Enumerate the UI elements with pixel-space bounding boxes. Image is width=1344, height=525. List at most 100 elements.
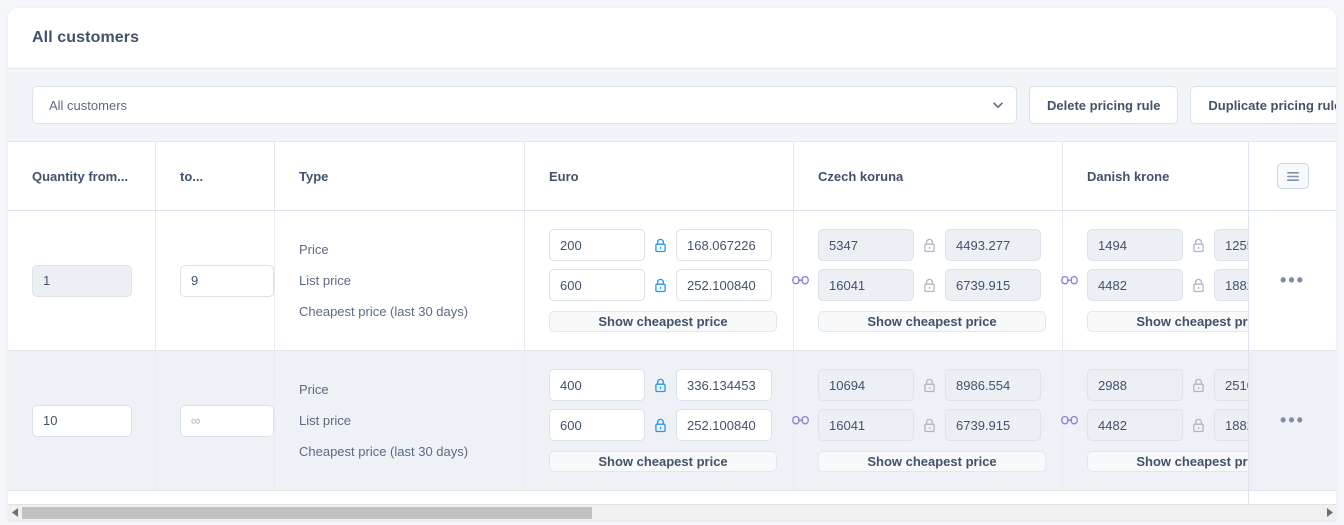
- lock-closed-icon[interactable]: [653, 417, 668, 434]
- lock-closed-icon[interactable]: [922, 417, 937, 434]
- euro-price-row: 400 336.134453: [549, 369, 777, 401]
- czk-price-row: 5347 4493.277: [818, 229, 1046, 261]
- card-header: All customers: [8, 8, 1336, 69]
- lock-closed-icon[interactable]: [922, 377, 937, 394]
- czk-list-price-net-input[interactable]: 6739.915: [945, 269, 1041, 301]
- pricing-rules-page: All customers All customers Delete prici…: [0, 0, 1344, 525]
- column-header-quantity-from[interactable]: Quantity from...: [8, 142, 156, 210]
- pricing-table-scroll-content: Quantity from... to... Type Euro Czech k…: [8, 142, 1336, 504]
- euro-price-stack: 400 336.134453: [549, 351, 777, 490]
- quantity-from-input[interactable]: 10: [32, 405, 132, 437]
- chain-link-icon[interactable]: [792, 275, 809, 287]
- dkk-list-price-gross-input[interactable]: 4482: [1087, 409, 1183, 441]
- arrow-right-icon[interactable]: [1322, 505, 1336, 521]
- column-settings-cell: [1249, 142, 1336, 211]
- czk-price-row: 10694 8986.554: [818, 369, 1046, 401]
- lock-closed-icon[interactable]: [1191, 237, 1206, 254]
- column-header-quantity-to[interactable]: to...: [156, 142, 275, 210]
- pricing-table: Quantity from... to... Type Euro Czech k…: [8, 142, 1336, 504]
- czk-price-stack: 5347 4493.277: [818, 211, 1046, 350]
- euro-list-price-row: 600 252.100840: [549, 409, 777, 441]
- horizontal-scrollbar[interactable]: [8, 504, 1336, 520]
- column-header-euro[interactable]: Euro: [525, 142, 794, 210]
- cell-type: Price List price Cheapest price (last 30…: [275, 211, 525, 350]
- table-row: 10 ∞ Price List price Cheapest price (la…: [8, 351, 1336, 491]
- czk-list-price-gross-input[interactable]: 16041: [818, 269, 914, 301]
- euro-list-price-row: 600 252.100840: [549, 269, 777, 301]
- hamburger-icon[interactable]: [1277, 163, 1309, 189]
- czk-list-price-row: 16041 6739.915: [818, 269, 1046, 301]
- euro-list-price-net-input[interactable]: 252.100840: [676, 269, 772, 301]
- euro-price-net-input[interactable]: 336.134453: [676, 369, 772, 401]
- chain-link-icon[interactable]: [1061, 415, 1078, 427]
- euro-price-stack: 200 168.067226: [549, 211, 777, 350]
- dkk-list-price-gross-input[interactable]: 4482: [1087, 269, 1183, 301]
- lock-closed-icon[interactable]: [1191, 377, 1206, 394]
- type-label-cheapest-price: Cheapest price (last 30 days): [299, 445, 468, 458]
- euro-price-gross-input[interactable]: 400: [549, 369, 645, 401]
- cell-euro: 400 336.134453: [525, 351, 794, 490]
- duplicate-pricing-rule-button[interactable]: Duplicate pricing rule: [1190, 86, 1336, 124]
- euro-list-price-gross-input[interactable]: 600: [549, 409, 645, 441]
- row-actions-column: ••• •••: [1248, 142, 1336, 504]
- lock-closed-icon[interactable]: [922, 237, 937, 254]
- czk-list-price-row: 16041 6739.915: [818, 409, 1046, 441]
- toolbar: All customers Delete pricing rule Duplic…: [8, 69, 1336, 142]
- lock-closed-icon[interactable]: [653, 237, 668, 254]
- type-label-price: Price: [299, 383, 329, 396]
- type-label-cheapest-price: Cheapest price (last 30 days): [299, 305, 468, 318]
- pricing-rule-card: All customers All customers Delete prici…: [8, 8, 1336, 520]
- cell-quantity-to: ∞: [156, 351, 275, 490]
- lock-closed-icon[interactable]: [1191, 277, 1206, 294]
- czk-price-net-input[interactable]: 8986.554: [945, 369, 1041, 401]
- cell-czech-koruna: 5347 4493.277: [794, 211, 1063, 350]
- czk-list-price-gross-input[interactable]: 16041: [818, 409, 914, 441]
- lock-closed-icon[interactable]: [922, 277, 937, 294]
- cell-euro: 200 168.067226: [525, 211, 794, 350]
- czk-price-gross-input[interactable]: 5347: [818, 229, 914, 261]
- euro-price-gross-input[interactable]: 200: [549, 229, 645, 261]
- lock-closed-icon[interactable]: [1191, 417, 1206, 434]
- czk-price-gross-input[interactable]: 10694: [818, 369, 914, 401]
- row-actions-button[interactable]: •••: [1249, 351, 1336, 491]
- cell-quantity-to: 9: [156, 211, 275, 350]
- delete-pricing-rule-button[interactable]: Delete pricing rule: [1029, 86, 1178, 124]
- column-header-czech-koruna[interactable]: Czech koruna: [794, 142, 1063, 210]
- lock-closed-icon[interactable]: [653, 277, 668, 294]
- euro-price-row: 200 168.067226: [549, 229, 777, 261]
- cell-type: Price List price Cheapest price (last 30…: [275, 351, 525, 490]
- type-label-list-price: List price: [299, 414, 351, 427]
- quantity-to-input[interactable]: 9: [180, 265, 274, 297]
- dkk-price-gross-input[interactable]: 1494: [1087, 229, 1183, 261]
- column-header-type[interactable]: Type: [275, 142, 525, 210]
- quantity-to-input[interactable]: ∞: [180, 405, 274, 437]
- chevron-down-icon: [991, 98, 1005, 112]
- scrollbar-track[interactable]: [22, 505, 1322, 521]
- cell-czech-koruna: 10694 8986.554: [794, 351, 1063, 490]
- czk-price-stack: 10694 8986.554: [818, 351, 1046, 490]
- quantity-from-input[interactable]: 1: [32, 265, 132, 297]
- euro-show-cheapest-price-button[interactable]: Show cheapest price: [549, 311, 777, 332]
- table-header-row: Quantity from... to... Type Euro Czech k…: [8, 142, 1336, 211]
- cell-quantity-from: 1: [8, 211, 156, 350]
- chain-link-icon[interactable]: [792, 415, 809, 427]
- euro-list-price-net-input[interactable]: 252.100840: [676, 409, 772, 441]
- scrollbar-thumb[interactable]: [22, 507, 592, 519]
- type-label-list-price: List price: [299, 274, 351, 287]
- euro-show-cheapest-price-button[interactable]: Show cheapest price: [549, 451, 777, 472]
- euro-list-price-gross-input[interactable]: 600: [549, 269, 645, 301]
- czk-price-net-input[interactable]: 4493.277: [945, 229, 1041, 261]
- type-label-price: Price: [299, 243, 329, 256]
- arrow-left-icon[interactable]: [8, 505, 22, 521]
- czk-show-cheapest-price-button[interactable]: Show cheapest price: [818, 451, 1046, 472]
- cell-quantity-from: 10: [8, 351, 156, 490]
- czk-list-price-net-input[interactable]: 6739.915: [945, 409, 1041, 441]
- row-actions-button[interactable]: •••: [1249, 211, 1336, 351]
- customer-group-select[interactable]: All customers: [32, 86, 1017, 124]
- czk-show-cheapest-price-button[interactable]: Show cheapest price: [818, 311, 1046, 332]
- dkk-price-gross-input[interactable]: 2988: [1087, 369, 1183, 401]
- chain-link-icon[interactable]: [1061, 275, 1078, 287]
- customer-group-select-value: All customers: [32, 86, 1017, 124]
- euro-price-net-input[interactable]: 168.067226: [676, 229, 772, 261]
- lock-closed-icon[interactable]: [653, 377, 668, 394]
